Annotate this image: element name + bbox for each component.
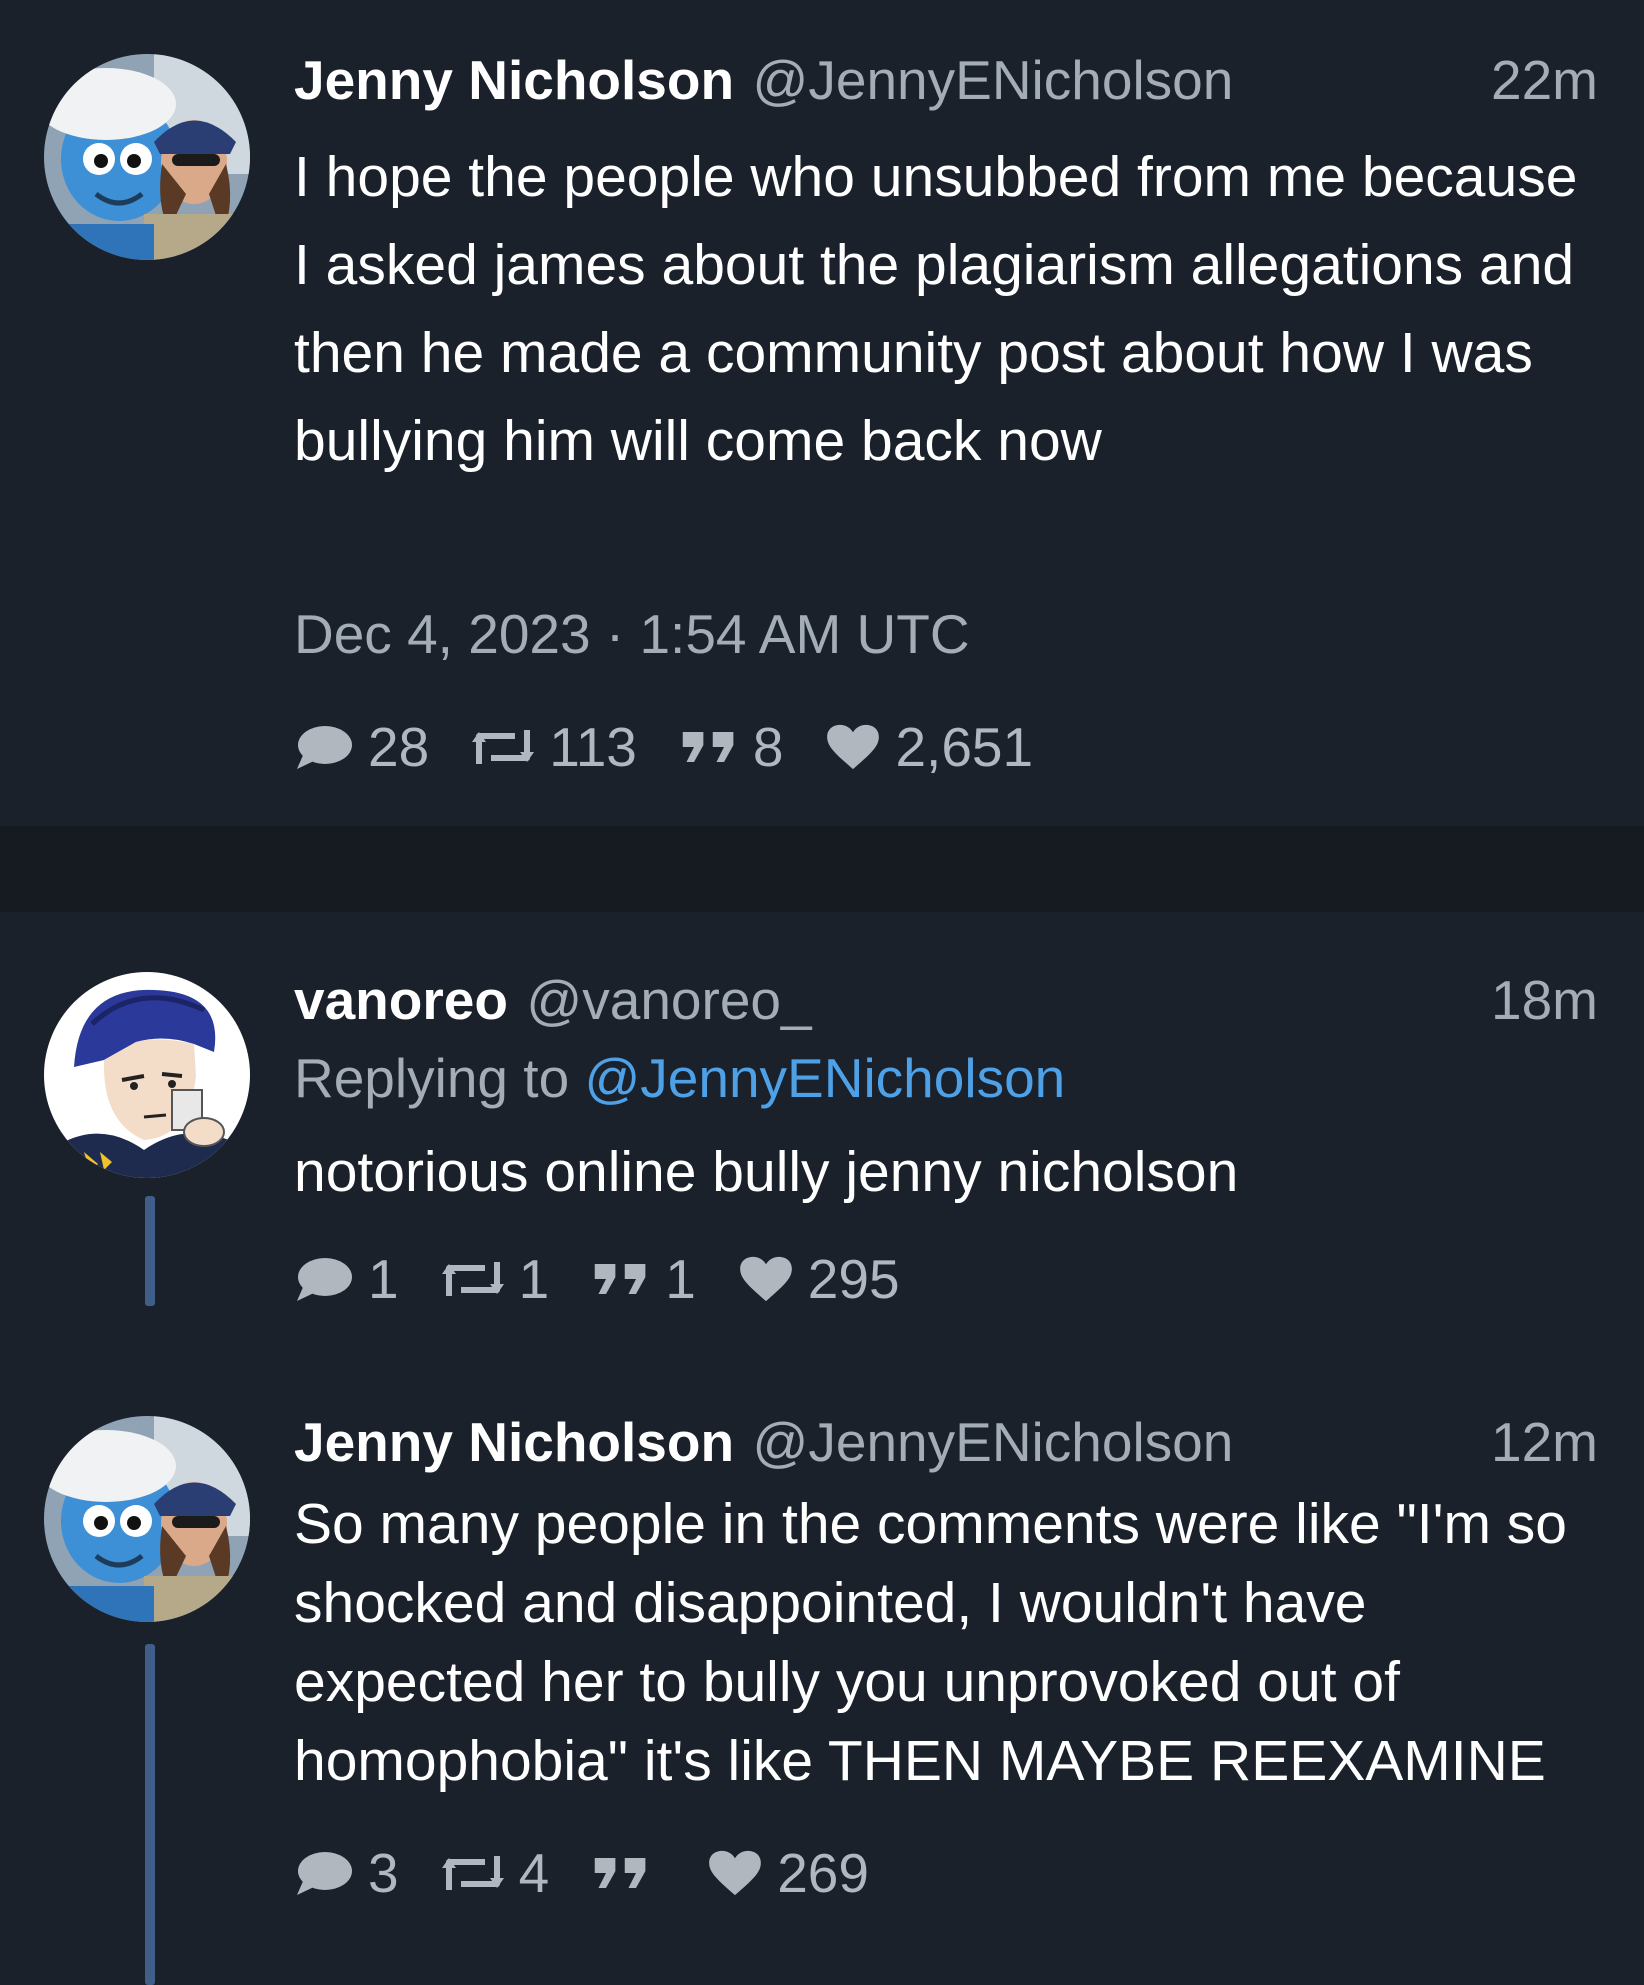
retweet-count: 113 bbox=[549, 716, 637, 778]
tweet-stats: 3 4 269 bbox=[294, 1838, 911, 1908]
tweet-time[interactable]: 12m bbox=[1491, 1410, 1598, 1474]
comment-icon bbox=[294, 1848, 354, 1898]
heart-icon bbox=[825, 723, 881, 771]
avatar[interactable] bbox=[44, 1416, 250, 1622]
tweet-text: So many people in the comments were like… bbox=[294, 1492, 1568, 1793]
main-tweet[interactable]: Jenny Nicholson @JennyENicholson 22m I h… bbox=[0, 0, 1644, 826]
quote-icon bbox=[679, 728, 739, 766]
avatar-image bbox=[44, 972, 250, 1178]
quote-icon bbox=[591, 1260, 651, 1298]
like-count: 295 bbox=[807, 1248, 900, 1310]
tweet-header: Jenny Nicholson @JennyENicholson 12m bbox=[294, 1410, 1598, 1482]
user-handle[interactable]: @JennyENicholson bbox=[753, 1411, 1234, 1473]
quote-stat[interactable]: 1 bbox=[591, 1247, 696, 1311]
display-name[interactable]: vanoreo bbox=[294, 969, 508, 1031]
tweet-text: notorious online bully jenny nicholson bbox=[294, 1140, 1239, 1204]
avatar-image bbox=[44, 1416, 250, 1622]
retweet-icon bbox=[441, 1850, 505, 1896]
comment-count: 1 bbox=[368, 1248, 399, 1310]
tweet-header: vanoreo @vanoreo_ 18m bbox=[294, 968, 1598, 1040]
retweet-icon bbox=[471, 724, 535, 770]
quote-count: 1 bbox=[665, 1248, 696, 1310]
tweet-time[interactable]: 18m bbox=[1491, 968, 1598, 1032]
replying-to: Replying to @JennyENicholson bbox=[294, 1046, 1065, 1110]
user-handle[interactable]: @vanoreo_ bbox=[526, 969, 811, 1031]
retweet-stat[interactable]: 4 bbox=[441, 1841, 550, 1905]
tweet-stats: 1 1 1 295 bbox=[294, 1244, 942, 1314]
heart-icon bbox=[707, 1849, 763, 1897]
thread-line bbox=[145, 1196, 155, 1306]
comment-stat[interactable]: 1 bbox=[294, 1247, 399, 1311]
avatar[interactable] bbox=[44, 972, 250, 1178]
like-stat[interactable]: 2,651 bbox=[825, 715, 1033, 779]
like-count: 2,651 bbox=[895, 716, 1034, 778]
quote-count: 8 bbox=[752, 716, 784, 778]
quote-icon bbox=[591, 1854, 651, 1892]
comment-count: 3 bbox=[368, 1842, 399, 1904]
comment-stat[interactable]: 3 bbox=[294, 1841, 399, 1905]
comment-stat[interactable]: 28 bbox=[294, 715, 429, 779]
tweet-date[interactable]: Dec 4, 2023 · 1:54 AM UTC bbox=[294, 602, 970, 666]
like-stat[interactable]: 269 bbox=[707, 1841, 869, 1905]
display-name[interactable]: Jenny Nicholson bbox=[294, 1411, 734, 1473]
like-count: 269 bbox=[777, 1842, 869, 1904]
like-stat[interactable]: 295 bbox=[738, 1247, 900, 1311]
thread-line bbox=[145, 1644, 155, 1985]
user-handle[interactable]: @JennyENicholson bbox=[753, 49, 1234, 111]
thread: vanoreo @vanoreo_ 18m Replying to @Jenny… bbox=[0, 912, 1644, 1985]
tweet-time[interactable]: 22m bbox=[1491, 48, 1598, 112]
comment-icon bbox=[294, 1254, 354, 1304]
tweet-header: Jenny Nicholson @JennyENicholson 22m bbox=[294, 48, 1598, 120]
avatar-image bbox=[44, 54, 250, 260]
display-name[interactable]: Jenny Nicholson bbox=[294, 49, 734, 111]
tweet-text: I hope the people who unsubbed from me b… bbox=[294, 145, 1578, 473]
retweet-count: 1 bbox=[518, 1248, 550, 1310]
replying-to-link[interactable]: @JennyENicholson bbox=[584, 1047, 1065, 1109]
retweet-count: 4 bbox=[518, 1842, 550, 1904]
quote-stat[interactable] bbox=[591, 1854, 665, 1892]
retweet-stat[interactable]: 1 bbox=[441, 1247, 550, 1311]
tweet-stats: 28 113 8 2,651 bbox=[294, 712, 1075, 782]
avatar[interactable] bbox=[44, 54, 250, 260]
comment-icon bbox=[294, 722, 354, 772]
retweet-stat[interactable]: 113 bbox=[471, 715, 637, 779]
quote-stat[interactable]: 8 bbox=[679, 715, 784, 779]
heart-icon bbox=[738, 1255, 794, 1303]
replying-prefix: Replying to bbox=[294, 1047, 570, 1109]
retweet-icon bbox=[441, 1256, 505, 1302]
comment-count: 28 bbox=[368, 716, 430, 778]
